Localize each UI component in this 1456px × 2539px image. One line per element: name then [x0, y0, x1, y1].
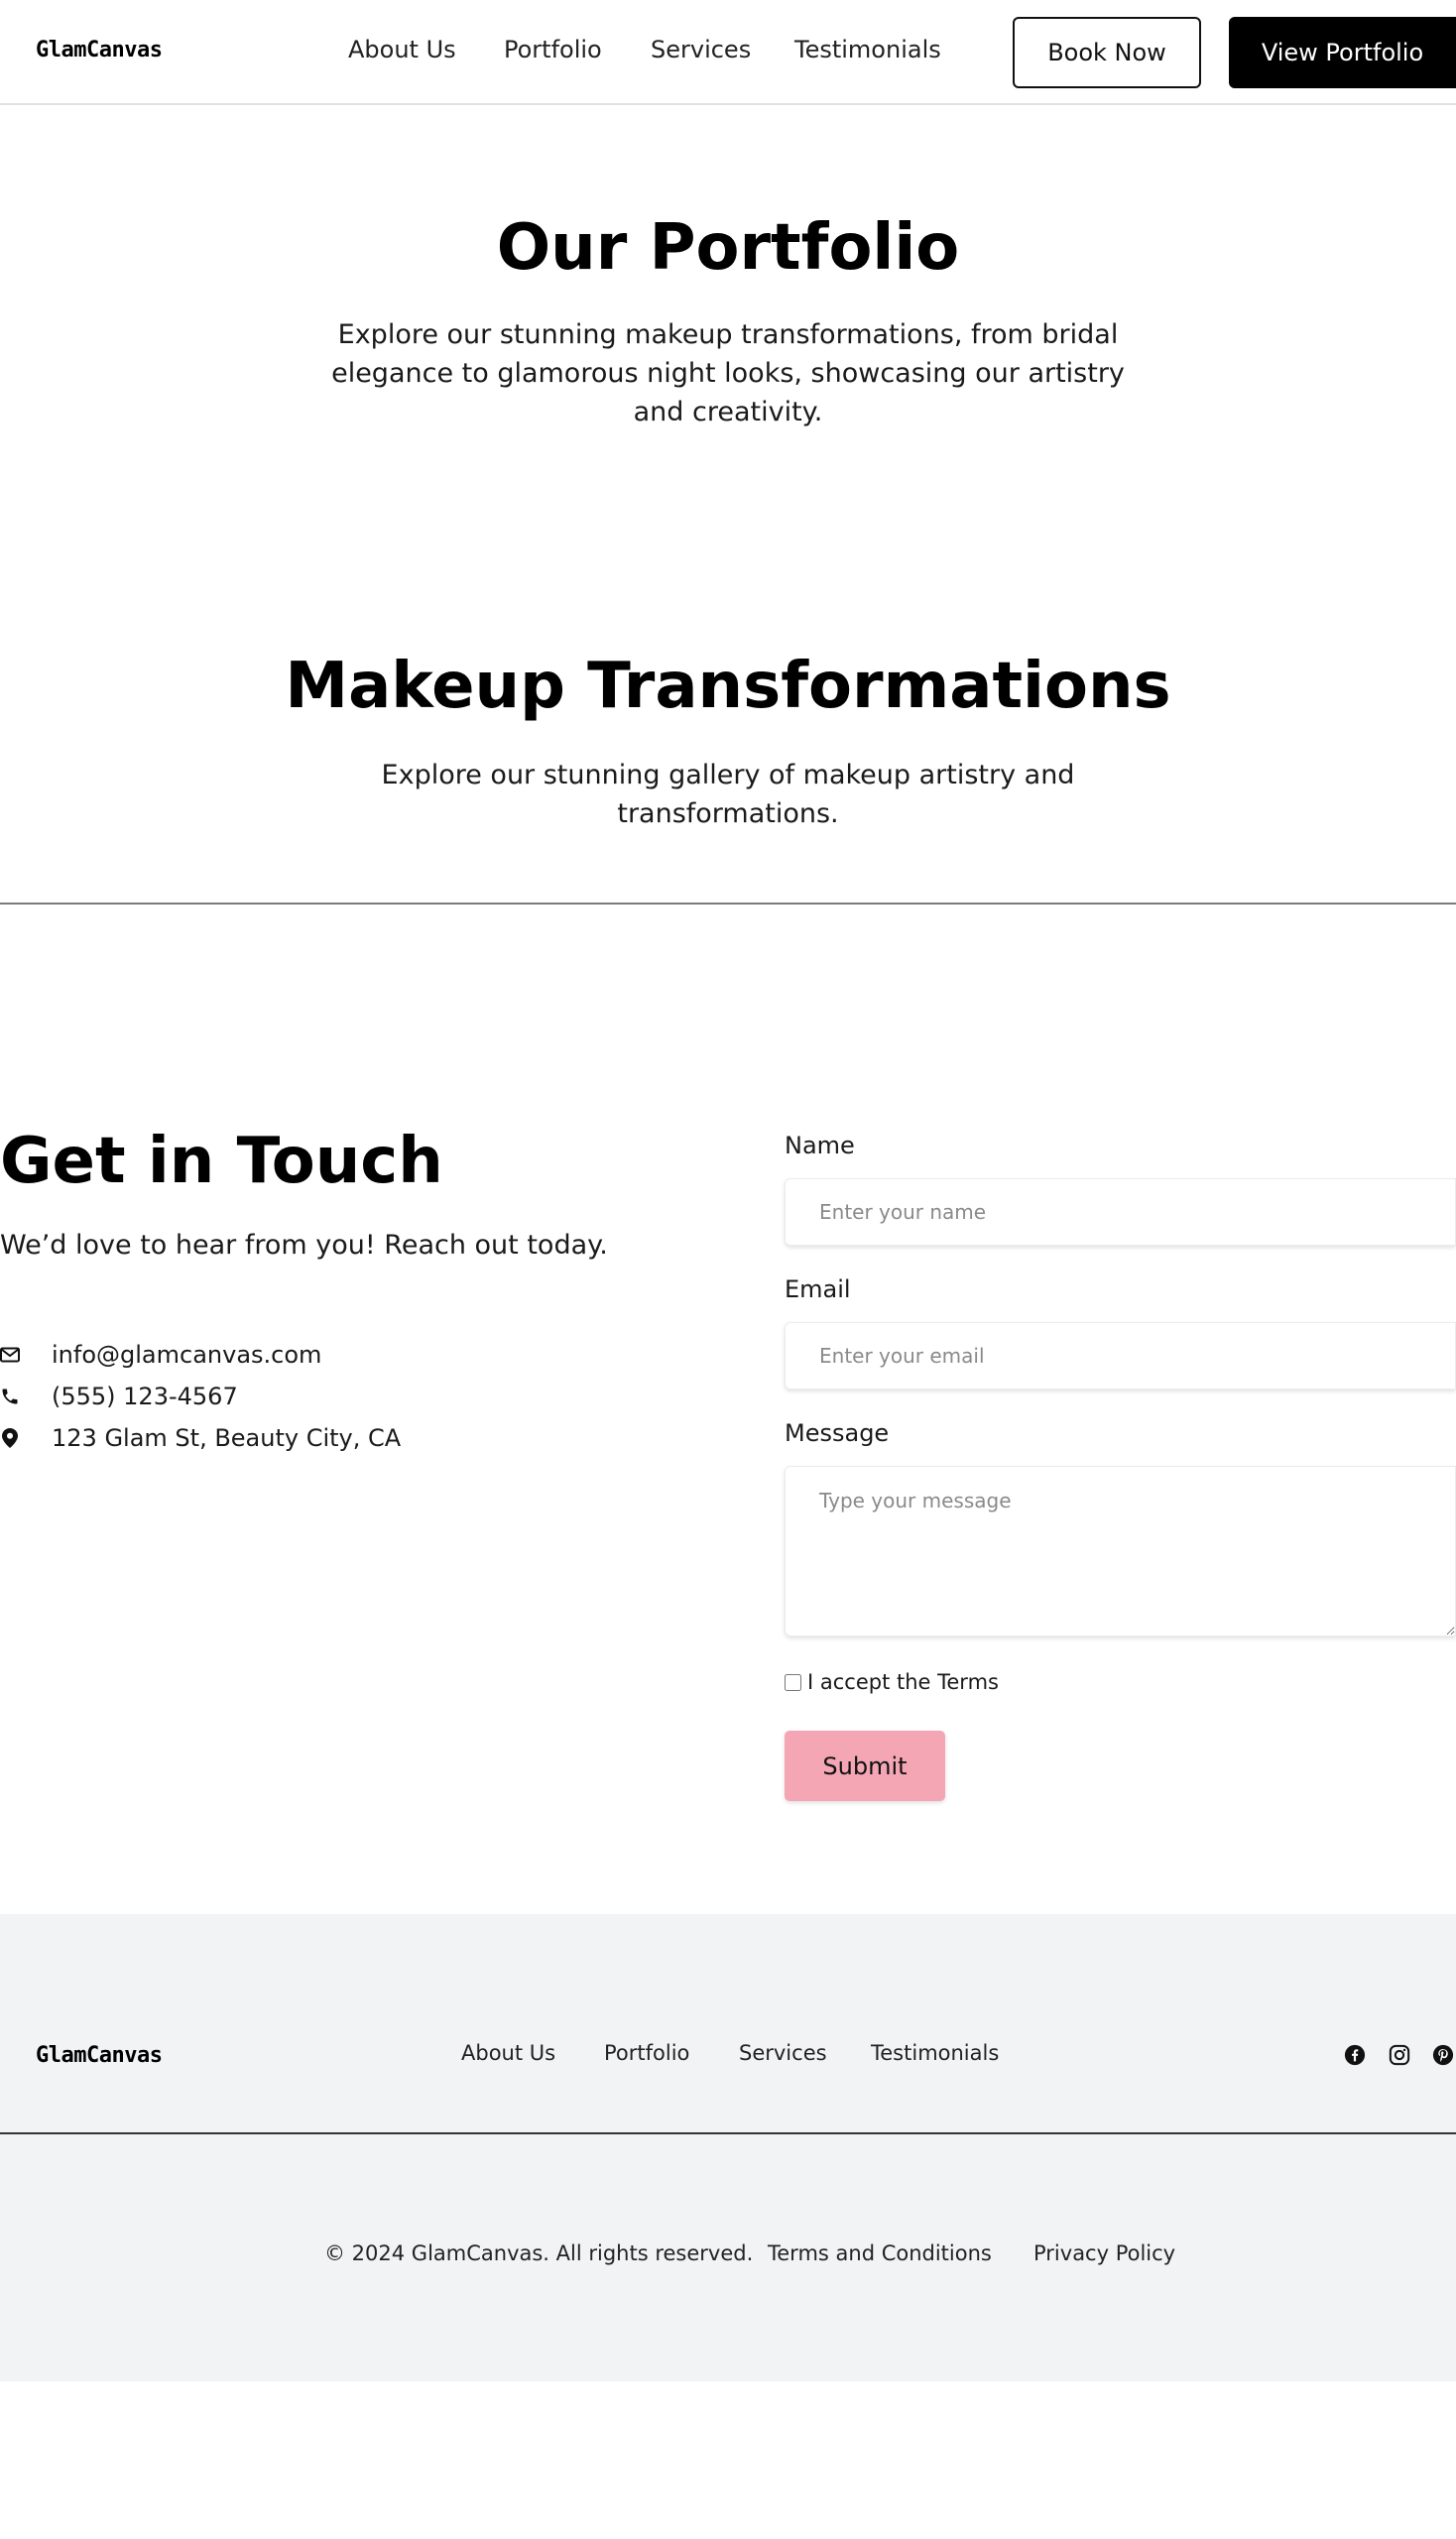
nav-link-services[interactable]: Services [651, 36, 751, 63]
book-now-button[interactable]: Book Now [1013, 17, 1201, 88]
footer-link-about-us[interactable]: About Us [461, 2041, 555, 2065]
footer-link-portfolio[interactable]: Portfolio [604, 2041, 689, 2065]
submit-button[interactable]: Submit [785, 1731, 945, 1801]
email-label: Email [785, 1275, 851, 1303]
nav-link-portfolio[interactable]: Portfolio [504, 36, 602, 63]
transformations-subtitle: Explore our stunning gallery of makeup a… [381, 760, 1075, 829]
footer-divider [0, 2132, 1456, 2134]
privacy-link[interactable]: Privacy Policy [1033, 2241, 1175, 2265]
portfolio-title: Our Portfolio [496, 211, 960, 285]
phone-icon [0, 1387, 20, 1406]
contact-phone[interactable]: (555) 123-4567 [52, 1383, 238, 1410]
terms-row: I accept the Terms [785, 1670, 999, 1694]
mail-icon [0, 1345, 20, 1365]
copyright-text: © 2024 GlamCanvas. All rights reserved. [324, 2241, 754, 2265]
instagram-icon[interactable] [1388, 2043, 1411, 2067]
terms-checkbox[interactable] [785, 1673, 801, 1691]
portfolio-subtitle: Explore our stunning makeup transformati… [331, 319, 1125, 427]
contact-email-item: info@glamcanvas.com [0, 1339, 321, 1371]
terms-link[interactable]: Terms and Conditions [768, 2241, 992, 2265]
pinterest-icon[interactable] [1431, 2043, 1455, 2067]
nav-link-testimonials[interactable]: Testimonials [794, 36, 941, 63]
email-input[interactable] [785, 1322, 1456, 1390]
name-label: Name [785, 1132, 855, 1159]
footer: GlamCanvas About Us Portfolio Services T… [0, 1914, 1456, 2381]
footer-brand-logo[interactable]: GlamCanvas [36, 2043, 163, 2068]
terms-label[interactable]: I accept the Terms [807, 1670, 999, 1694]
transformations-title: Makeup Transformations [285, 650, 1171, 723]
footer-link-services[interactable]: Services [739, 2041, 827, 2065]
contact-address: 123 Glam St, Beauty City, CA [52, 1424, 402, 1452]
navbar: GlamCanvas About Us Portfolio Services T… [0, 0, 1456, 105]
view-portfolio-button[interactable]: View Portfolio [1229, 17, 1456, 88]
contact-phone-item: (555) 123-4567 [0, 1381, 238, 1412]
brand-logo[interactable]: GlamCanvas [36, 38, 163, 62]
contact-email[interactable]: info@glamcanvas.com [52, 1341, 321, 1369]
message-label: Message [785, 1419, 890, 1447]
contact-subtitle: We’d love to hear from you! Reach out to… [0, 1230, 608, 1261]
name-input[interactable] [785, 1178, 1456, 1246]
contact-title: Get in Touch [0, 1125, 443, 1198]
message-textarea[interactable] [785, 1466, 1456, 1636]
section-divider [0, 903, 1456, 905]
nav-link-about-us[interactable]: About Us [348, 36, 456, 63]
footer-link-testimonials[interactable]: Testimonials [871, 2041, 999, 2065]
facebook-icon[interactable] [1343, 2043, 1367, 2067]
location-pin-icon [0, 1428, 20, 1448]
contact-address-item: 123 Glam St, Beauty City, CA [0, 1422, 401, 1454]
